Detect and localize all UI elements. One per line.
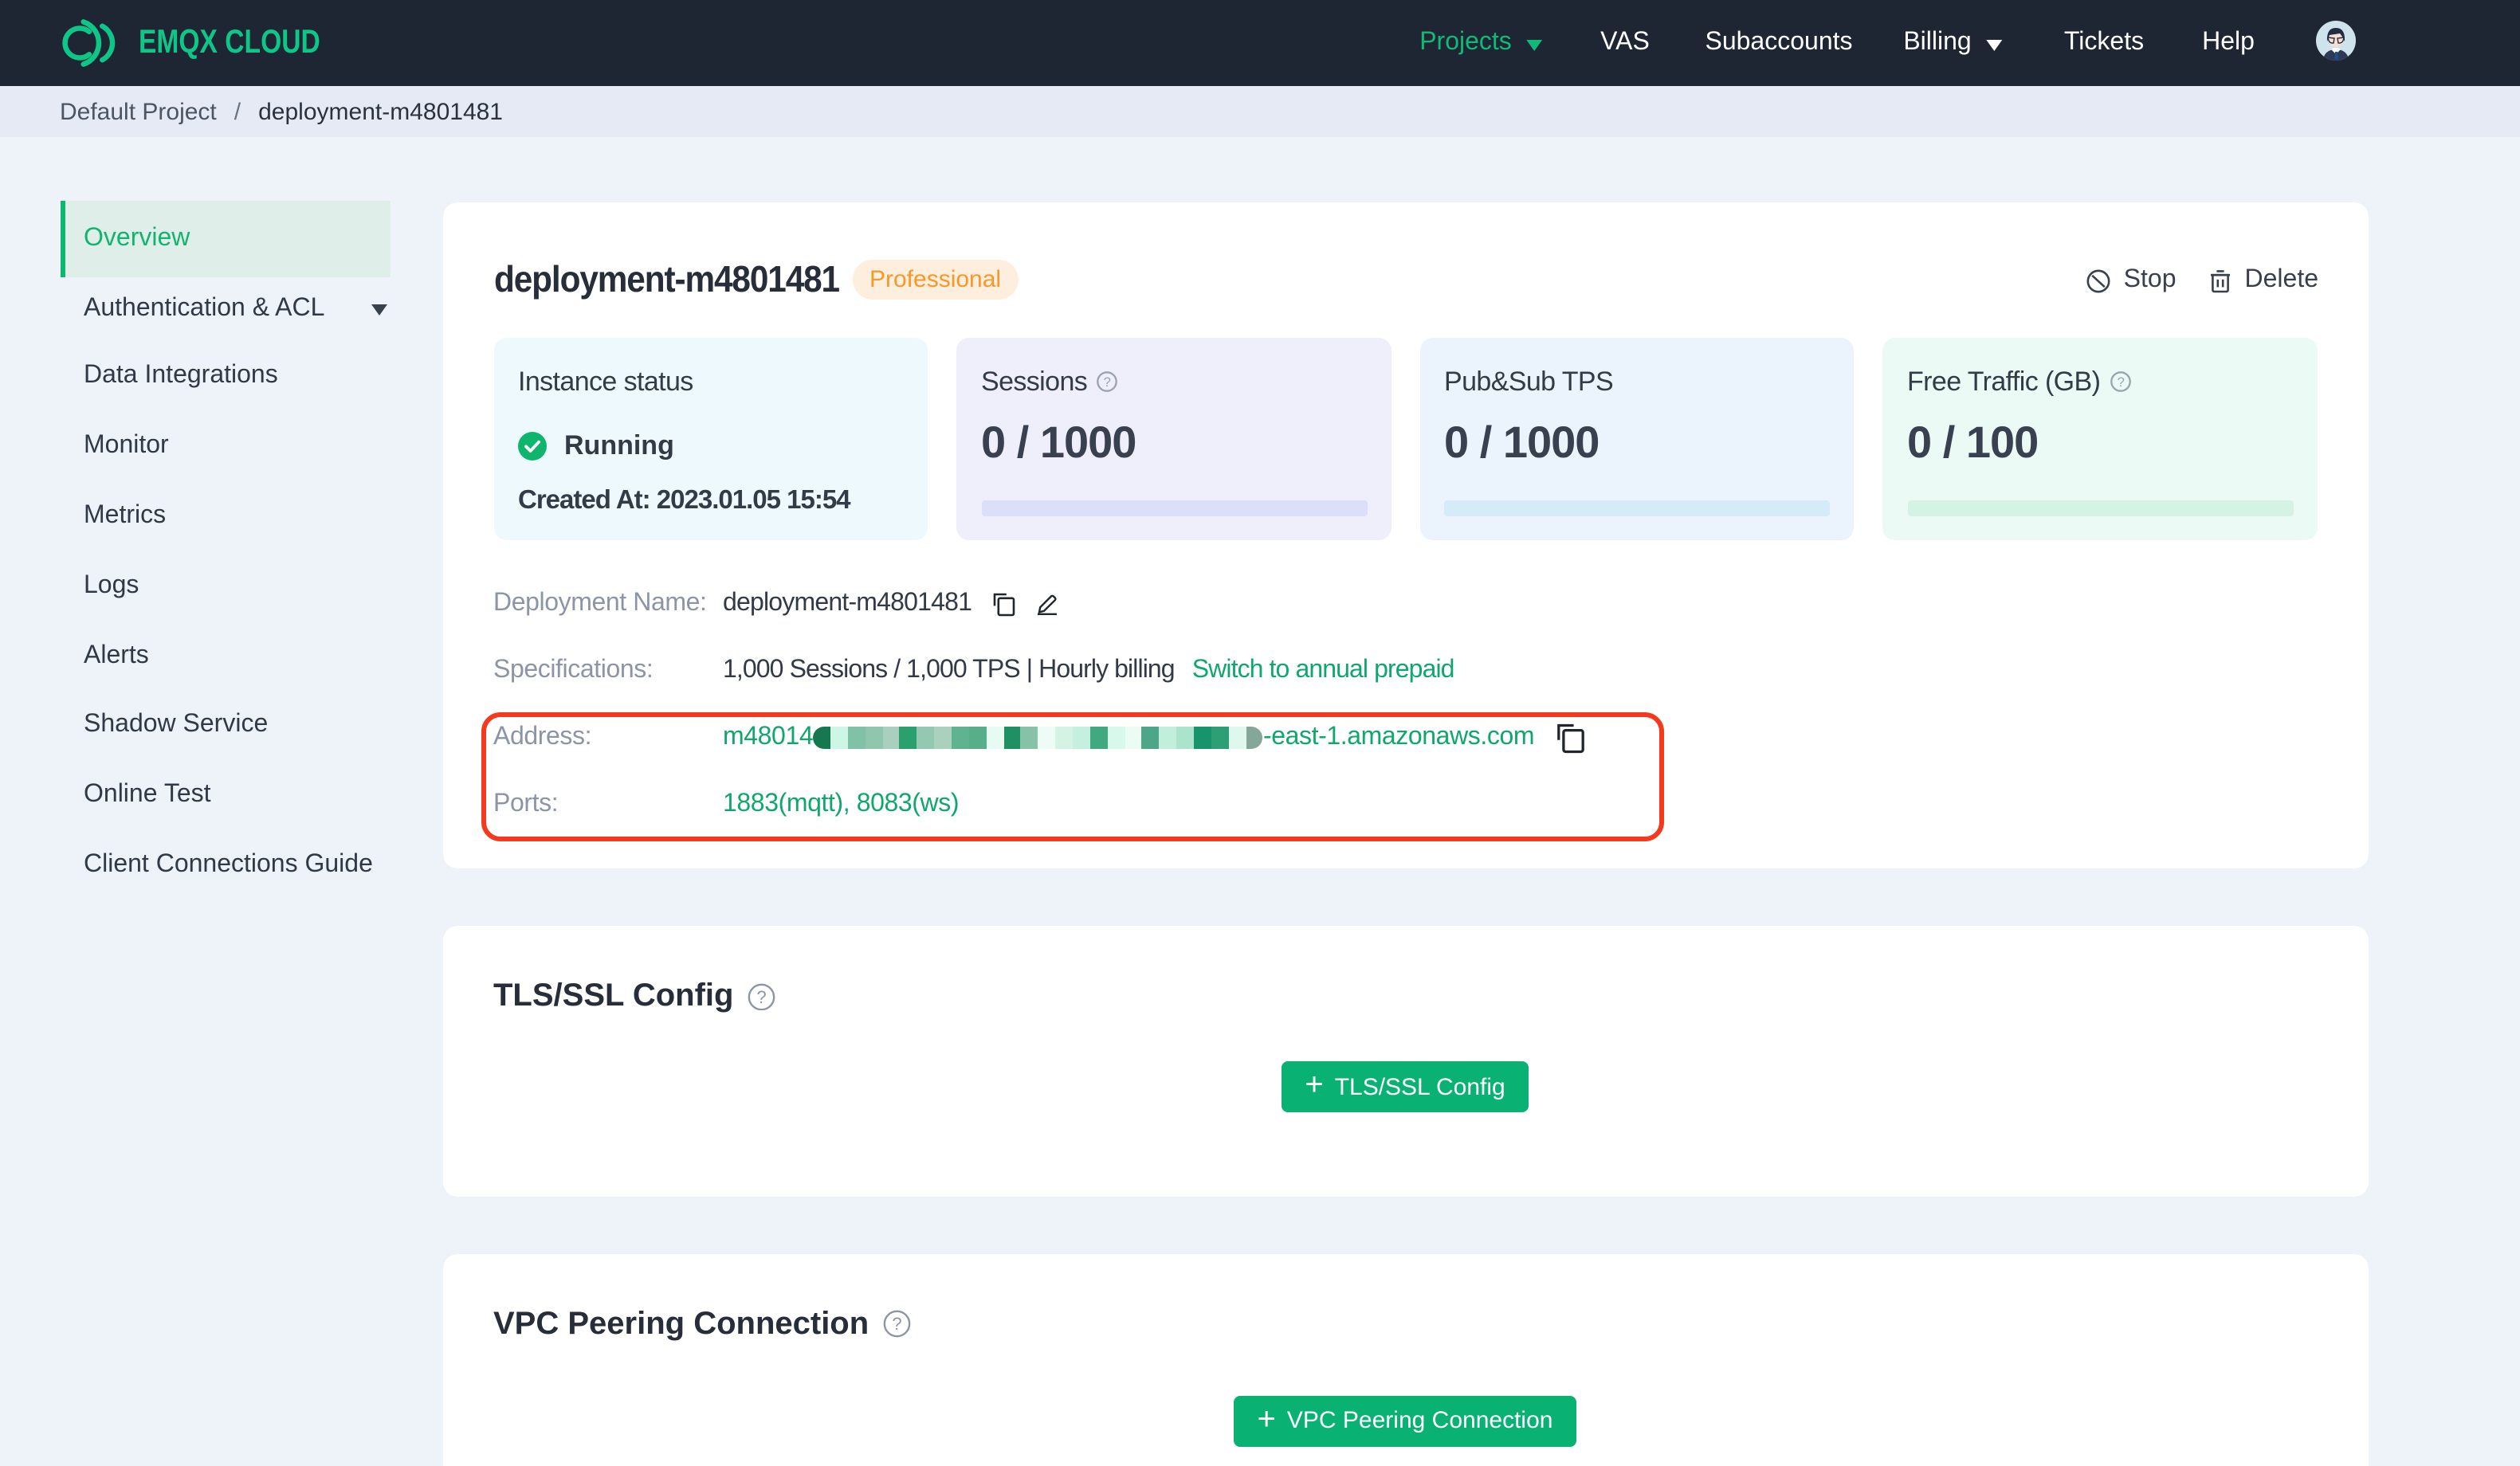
- svg-text:?: ?: [757, 987, 767, 1007]
- svg-text:?: ?: [2117, 374, 2124, 390]
- svg-text:?: ?: [893, 1315, 902, 1335]
- svg-text:?: ?: [1104, 374, 1111, 390]
